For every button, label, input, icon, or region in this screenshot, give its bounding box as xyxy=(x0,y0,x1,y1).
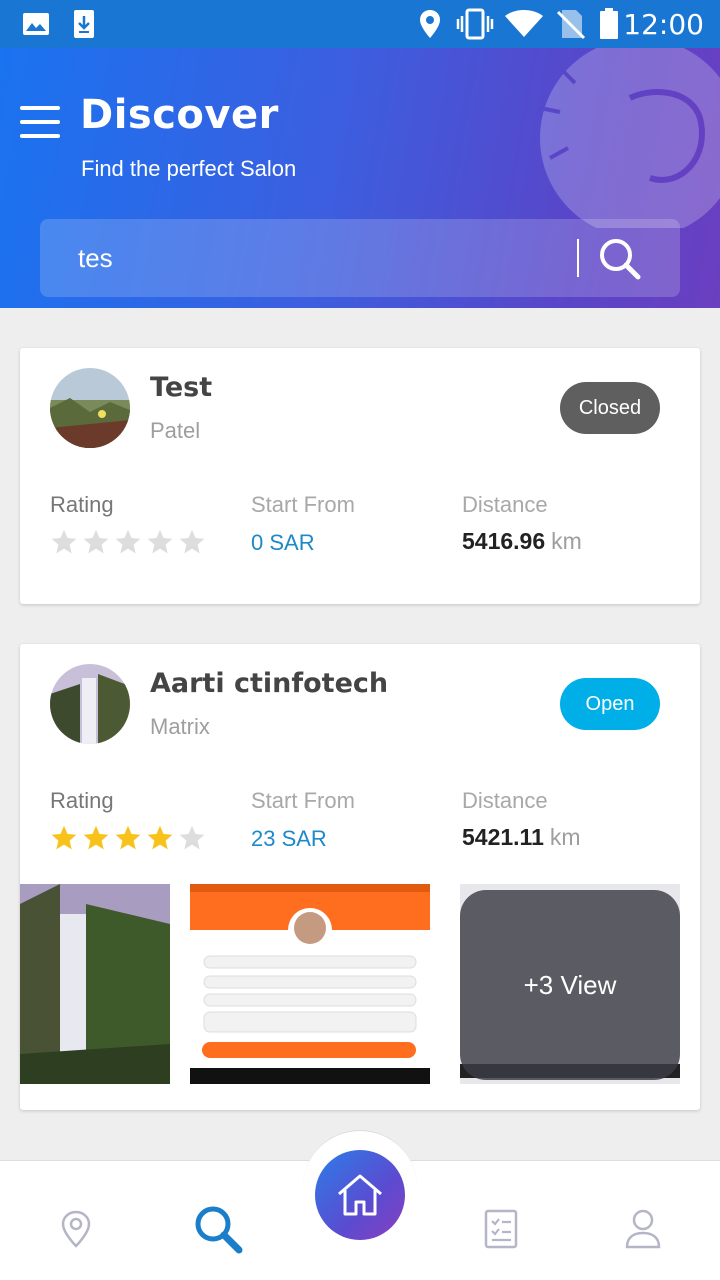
distance-value: 5421.11 km xyxy=(462,824,581,851)
page-title: Discover xyxy=(80,92,279,138)
start-price: 0 SAR xyxy=(251,530,315,555)
nav-search[interactable] xyxy=(190,1201,246,1257)
salon-name: Test xyxy=(150,372,213,403)
salon-name: Aarti ctinfotech xyxy=(150,668,389,699)
menu-line xyxy=(20,134,60,138)
salon-card[interactable]: Test Patel Closed Rating Start From Dist… xyxy=(20,348,700,604)
image-icon xyxy=(23,13,49,35)
star-icon xyxy=(51,825,77,850)
star-icon xyxy=(51,529,77,554)
distance-unit: km xyxy=(551,528,582,554)
download-icon xyxy=(74,10,94,38)
wifi-icon xyxy=(505,10,543,37)
start-from-label: Start From xyxy=(251,788,355,813)
status-time: 12:00 xyxy=(623,8,704,41)
salon-avatar xyxy=(50,368,130,448)
star-icon xyxy=(83,825,109,850)
status-badge: Open xyxy=(560,678,660,730)
battery-icon xyxy=(600,8,618,39)
search-icon[interactable] xyxy=(596,235,644,283)
home-icon xyxy=(338,1174,382,1216)
photo-gallery: +3 View xyxy=(20,884,700,1084)
salon-chair-decoration-icon xyxy=(539,48,720,228)
nav-profile[interactable] xyxy=(615,1201,671,1257)
star-icon xyxy=(147,825,173,850)
search-bar xyxy=(40,219,680,297)
rating-label: Rating xyxy=(50,788,114,813)
rating-label: Rating xyxy=(50,492,114,517)
distance-number: 5416.96 xyxy=(462,528,546,554)
salon-avatar xyxy=(50,664,130,744)
salon-subtitle: Patel xyxy=(150,418,201,443)
star-icon xyxy=(83,529,109,554)
star-icon xyxy=(179,529,205,554)
distance-value: 5416.96 km xyxy=(462,528,582,555)
search-input[interactable] xyxy=(78,237,558,279)
status-badge: Closed xyxy=(560,382,660,434)
bookings-icon xyxy=(484,1209,518,1249)
menu-button[interactable] xyxy=(20,106,60,138)
status-bar: 12:00 xyxy=(0,0,720,48)
vibrate-icon xyxy=(456,8,494,40)
salon-card[interactable]: Aarti ctinfotech Matrix Open Rating Star… xyxy=(20,644,700,1110)
distance-label: Distance xyxy=(462,788,548,813)
menu-line xyxy=(20,106,60,110)
star-icon xyxy=(115,825,141,850)
star-icon xyxy=(115,529,141,554)
star-icon xyxy=(147,529,173,554)
distance-number: 5421.11 xyxy=(462,824,544,850)
distance-label: Distance xyxy=(462,492,548,517)
header: Discover Find the perfect Salon xyxy=(0,48,720,308)
menu-line xyxy=(20,120,60,124)
start-from-label: Start From xyxy=(251,492,355,517)
gallery-photo[interactable] xyxy=(190,884,430,1084)
gallery-photo[interactable] xyxy=(20,884,170,1084)
star-icon xyxy=(179,825,205,850)
more-photos-button[interactable]: +3 View xyxy=(460,890,680,1080)
page-subtitle: Find the perfect Salon xyxy=(81,156,297,181)
nav-map[interactable] xyxy=(48,1201,104,1257)
distance-unit: km xyxy=(549,824,581,850)
no-sim-icon xyxy=(556,10,586,40)
location-icon xyxy=(420,10,440,38)
search-icon xyxy=(195,1206,243,1254)
search-divider xyxy=(577,239,579,277)
nav-bookings[interactable] xyxy=(474,1201,530,1257)
profile-icon xyxy=(625,1209,661,1249)
rating-stars xyxy=(50,824,206,852)
start-price: 23 SAR xyxy=(251,826,327,851)
salon-subtitle: Matrix xyxy=(150,714,210,739)
discover-screen: 12:00 Discover Find the perfect Salon te… xyxy=(0,0,720,1280)
rating-stars xyxy=(50,528,206,556)
map-pin-icon xyxy=(61,1210,91,1248)
home-button[interactable] xyxy=(315,1150,405,1240)
